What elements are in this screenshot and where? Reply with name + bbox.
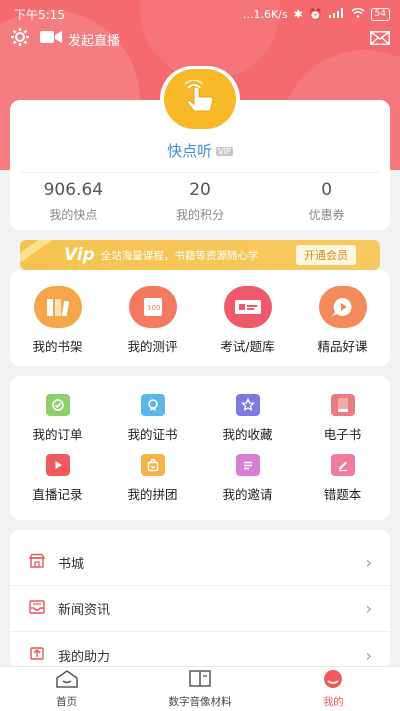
feature-label: 直播记录 <box>32 487 83 502</box>
news-inbox-icon <box>28 599 46 619</box>
vip-description: 全站海量课程，书籍等资源随心学 <box>100 249 259 262</box>
avatar[interactable] <box>160 66 240 132</box>
assessment-icon: 100 <box>128 286 177 328</box>
network-speed: ...1.6K/s <box>242 7 288 21</box>
feature-group-buy[interactable]: 我的拼团 <box>105 454 200 514</box>
main-features-card: 我的书架 100 我的测评 考试/题库 精品好课 <box>10 270 390 366</box>
nav-digital-media[interactable]: 数字音像材料 <box>133 667 266 711</box>
menu-item-label: 我的助力 <box>58 649 111 665</box>
bluetooth-icon: ✱ <box>293 7 303 21</box>
svg-text:100: 100 <box>147 304 160 312</box>
feature-exam[interactable]: 考试/题库 <box>200 270 295 355</box>
feature-premium-courses[interactable]: 精品好课 <box>295 270 390 355</box>
vip-badge: VIP <box>216 147 233 156</box>
alarm-icon: ⏰ <box>308 7 323 21</box>
feature-favorites[interactable]: 我的收藏 <box>200 394 295 454</box>
feature-invites[interactable]: 我的邀请 <box>200 454 295 514</box>
stat-label: 我的快点 <box>49 208 98 222</box>
bottom-navigation: 首页 数字音像材料 我的 <box>0 666 400 711</box>
stat-value: 906.64 <box>43 180 104 200</box>
tap-hand-icon <box>180 79 220 118</box>
feature-bookshelf[interactable]: 我的书架 <box>10 270 105 355</box>
vip-title: Vip <box>64 245 95 265</box>
status-bar: 下午5:15 ...1.6K/s ✱ ⏰ 54 <box>0 0 400 28</box>
home-cap-icon <box>55 669 79 692</box>
status-time: 下午5:15 <box>14 7 65 22</box>
signal-icon <box>328 7 345 21</box>
order-check-icon <box>45 394 70 416</box>
profile-face-icon <box>322 669 344 692</box>
nav-home[interactable]: 首页 <box>0 667 133 711</box>
profile-divider <box>20 172 380 173</box>
vip-banner[interactable]: Vip 全站海量课程，书籍等资源随心学 开通会员 <box>20 240 380 270</box>
stat-value: 20 <box>189 180 211 200</box>
feature-label: 电子书 <box>323 427 362 442</box>
exam-ticket-icon <box>223 286 272 328</box>
secondary-features-card: 我的订单 我的证书 我的收藏 电子书 直播记录 我的拼团 我的邀请 错题本 <box>10 376 390 520</box>
store-icon <box>28 553 46 573</box>
invite-list-icon <box>235 454 260 476</box>
profile-username-row: 快点听 VIP <box>0 140 400 161</box>
feature-label: 我的拼团 <box>127 487 178 502</box>
feature-label: 我的测评 <box>127 339 178 354</box>
chevron-right-icon: › <box>365 599 372 618</box>
certificate-icon <box>140 394 165 416</box>
shopping-bag-icon <box>140 454 165 476</box>
stat-value: 0 <box>321 180 333 200</box>
menu-item-label: 书城 <box>58 557 85 572</box>
feature-certificates[interactable]: 我的证书 <box>105 394 200 454</box>
feature-live-records[interactable]: 直播记录 <box>10 454 105 514</box>
nav-label: 首页 <box>56 696 78 708</box>
feature-wrong-answers[interactable]: 错题本 <box>295 454 390 514</box>
menu-item-news[interactable]: 新闻资讯 › <box>10 586 390 632</box>
feature-assessment[interactable]: 100 我的测评 <box>105 270 200 355</box>
message-mail-icon[interactable] <box>370 30 390 49</box>
menu-item-bookstore[interactable]: 书城 › <box>10 540 390 586</box>
open-membership-button[interactable]: 开通会员 <box>296 245 356 265</box>
gift-icon <box>28 645 46 665</box>
username[interactable]: 快点听 <box>167 142 212 160</box>
star-icon <box>235 394 260 416</box>
bookshelf-icon <box>33 286 82 328</box>
feature-ebooks[interactable]: 电子书 <box>295 394 390 454</box>
wifi-icon <box>351 7 365 21</box>
top-action-row: 发起直播 <box>0 28 400 50</box>
stat-label: 我的积分 <box>176 208 225 222</box>
video-camera-icon <box>40 30 62 48</box>
feature-label: 精品好课 <box>317 339 368 354</box>
nav-label: 数字音像材料 <box>168 696 232 708</box>
menu-list-card: 书城 › 新闻资讯 › 我的助力 › <box>10 530 390 670</box>
feature-label: 我的书架 <box>32 339 83 354</box>
open-book-icon <box>188 669 212 692</box>
vip-ribbon <box>20 240 54 268</box>
feature-label: 我的证书 <box>127 427 178 442</box>
feature-label: 我的收藏 <box>222 427 273 442</box>
chevron-right-icon: › <box>365 645 372 665</box>
nav-mine[interactable]: 我的 <box>267 667 400 711</box>
feature-label: 错题本 <box>323 487 362 502</box>
battery-indicator: 54 <box>370 7 390 21</box>
settings-gear-icon[interactable] <box>10 27 30 51</box>
feature-label: 我的订单 <box>32 427 83 442</box>
play-bubble-icon <box>318 286 367 328</box>
stat-coupons[interactable]: 0 优惠券 <box>263 180 390 223</box>
stat-label: 优惠券 <box>308 208 345 222</box>
feature-label: 考试/题库 <box>220 339 275 354</box>
play-icon <box>45 454 70 476</box>
nav-label: 我的 <box>322 696 344 708</box>
stat-points[interactable]: 906.64 我的快点 <box>10 180 137 223</box>
start-live-label: 发起直播 <box>68 33 121 49</box>
stat-score[interactable]: 20 我的积分 <box>137 180 264 223</box>
ebook-icon <box>330 394 355 416</box>
start-live-button[interactable]: 发起直播 <box>40 30 120 49</box>
feature-orders[interactable]: 我的订单 <box>10 394 105 454</box>
pencil-edit-icon <box>330 454 355 476</box>
profile-stats: 906.64 我的快点 20 我的积分 0 优惠券 <box>10 180 390 223</box>
chevron-right-icon: › <box>365 553 372 572</box>
feature-label: 我的邀请 <box>222 487 273 502</box>
menu-item-label: 新闻资讯 <box>58 603 111 618</box>
